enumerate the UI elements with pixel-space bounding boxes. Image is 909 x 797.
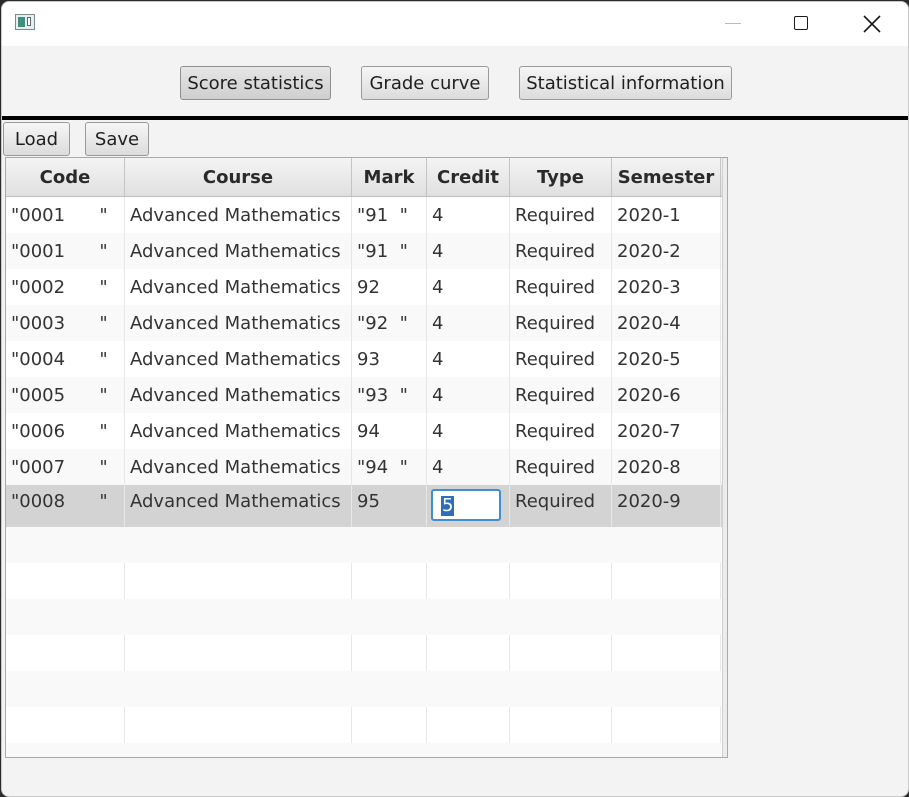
cell-type[interactable]: Required: [510, 413, 612, 449]
app-window: Score statistics Grade curve Statistical…: [1, 1, 909, 797]
cell-mark[interactable]: "93 ": [352, 377, 427, 413]
cell-credit[interactable]: 4: [427, 305, 510, 341]
divider: [2, 116, 908, 120]
cell-code[interactable]: "0001 ": [6, 197, 125, 233]
table-row[interactable]: "0004 " Advanced Mathematics 93 4 Required 20…: [6, 341, 727, 377]
cell-code[interactable]: "0002 ": [6, 269, 125, 305]
cell-code[interactable]: "0006 ": [6, 413, 125, 449]
cell-credit[interactable]: 4: [427, 233, 510, 269]
cell-course[interactable]: Advanced Mathematics: [125, 449, 352, 485]
cell-credit[interactable]: 5: [427, 485, 510, 527]
tab-statistical-information[interactable]: Statistical information: [519, 66, 732, 100]
table-row[interactable]: "0006 " Advanced Mathematics 94 4 Required 20…: [6, 413, 727, 449]
table-row[interactable]: "0003 " Advanced Mathematics "92 " 4 Require…: [6, 305, 727, 341]
cell-semester[interactable]: 2020-6: [612, 377, 721, 413]
cell-type[interactable]: Required: [510, 449, 612, 485]
cell-mark[interactable]: "92 ": [352, 305, 427, 341]
cell-semester[interactable]: 2020-2: [612, 233, 721, 269]
table-row[interactable]: "0001 " Advanced Mathematics "91 " 4 Require…: [6, 197, 727, 233]
minimize-button[interactable]: [708, 2, 754, 46]
cell-code[interactable]: "0004 ": [6, 341, 125, 377]
table-row[interactable]: "0002 " Advanced Mathematics 92 4 Required 20…: [6, 269, 727, 305]
cell-semester[interactable]: 2020-7: [612, 413, 721, 449]
cell-course[interactable]: Advanced Mathematics: [125, 197, 352, 233]
app-icon: [15, 14, 35, 30]
column-header-type[interactable]: Type: [510, 158, 612, 196]
table-header: Code Course Mark Credit Type Semester: [6, 158, 727, 197]
close-icon: [863, 15, 881, 33]
cell-semester[interactable]: 2020-8: [612, 449, 721, 485]
maximize-icon: [794, 16, 808, 30]
cell-semester[interactable]: 2020-4: [612, 305, 721, 341]
cell-type[interactable]: Required: [510, 233, 612, 269]
minimize-icon: [725, 23, 741, 24]
load-button[interactable]: Load: [3, 122, 70, 156]
table-scroll-edge[interactable]: [722, 158, 727, 757]
tab-grade-curve[interactable]: Grade curve: [361, 66, 489, 100]
table-row[interactable]: "0005 " Advanced Mathematics "93 " 4 Require…: [6, 377, 727, 413]
cell-semester[interactable]: 2020-5: [612, 341, 721, 377]
column-header-semester[interactable]: Semester: [612, 158, 721, 196]
cell-code[interactable]: "0001 ": [6, 233, 125, 269]
table-row[interactable]: "0001 " Advanced Mathematics "91 " 4 Require…: [6, 233, 727, 269]
table-row[interactable]: "0008 " Advanced Mathematics 95 5 Required 20…: [6, 485, 727, 527]
cell-type[interactable]: Required: [510, 269, 612, 305]
empty-row: [6, 527, 727, 563]
empty-row: [6, 635, 727, 671]
cell-code[interactable]: "0003 ": [6, 305, 125, 341]
close-button[interactable]: [850, 2, 896, 46]
maximize-button[interactable]: [780, 2, 826, 46]
tab-bar: Score statistics Grade curve Statistical…: [2, 46, 908, 116]
empty-row: [6, 599, 727, 635]
empty-row: [6, 563, 727, 599]
cell-course[interactable]: Advanced Mathematics: [125, 485, 352, 527]
cell-mark[interactable]: 93: [352, 341, 427, 377]
cell-semester[interactable]: 2020-1: [612, 197, 721, 233]
cell-code[interactable]: "0008 ": [6, 485, 125, 527]
column-header-course[interactable]: Course: [125, 158, 352, 196]
cell-course[interactable]: Advanced Mathematics: [125, 233, 352, 269]
empty-row: [6, 671, 727, 707]
cell-code[interactable]: "0007 ": [6, 449, 125, 485]
cell-credit[interactable]: 4: [427, 341, 510, 377]
cell-course[interactable]: Advanced Mathematics: [125, 413, 352, 449]
title-bar[interactable]: [2, 2, 908, 46]
cell-code[interactable]: "0005 ": [6, 377, 125, 413]
cell-course[interactable]: Advanced Mathematics: [125, 341, 352, 377]
cell-credit[interactable]: 4: [427, 269, 510, 305]
score-table[interactable]: Code Course Mark Credit Type Semester "0…: [5, 157, 728, 758]
cell-mark[interactable]: "91 ": [352, 197, 427, 233]
cell-credit[interactable]: 4: [427, 377, 510, 413]
cell-mark[interactable]: 95: [352, 485, 427, 527]
save-button[interactable]: Save: [85, 122, 149, 156]
table-row[interactable]: "0007 " Advanced Mathematics "94 " 4 Require…: [6, 449, 727, 485]
cell-type[interactable]: Required: [510, 341, 612, 377]
cell-semester[interactable]: 2020-9: [612, 485, 721, 527]
empty-row: [6, 707, 727, 743]
selected-text: 5: [441, 495, 455, 516]
cell-credit[interactable]: 4: [427, 197, 510, 233]
cell-mark[interactable]: 92: [352, 269, 427, 305]
cell-mark[interactable]: "94 ": [352, 449, 427, 485]
cell-credit[interactable]: 4: [427, 449, 510, 485]
cell-semester[interactable]: 2020-3: [612, 269, 721, 305]
cell-course[interactable]: Advanced Mathematics: [125, 377, 352, 413]
column-header-code[interactable]: Code: [6, 158, 125, 196]
empty-row: [6, 743, 727, 757]
cell-type[interactable]: Required: [510, 485, 612, 527]
tab-score-statistics[interactable]: Score statistics: [180, 66, 331, 100]
cell-mark[interactable]: "91 ": [352, 233, 427, 269]
cell-course[interactable]: Advanced Mathematics: [125, 305, 352, 341]
cell-mark[interactable]: 94: [352, 413, 427, 449]
cell-type[interactable]: Required: [510, 377, 612, 413]
cell-type[interactable]: Required: [510, 305, 612, 341]
column-header-credit[interactable]: Credit: [427, 158, 510, 196]
column-header-mark[interactable]: Mark: [352, 158, 427, 196]
cell-type[interactable]: Required: [510, 197, 612, 233]
cell-course[interactable]: Advanced Mathematics: [125, 269, 352, 305]
cell-credit[interactable]: 4: [427, 413, 510, 449]
